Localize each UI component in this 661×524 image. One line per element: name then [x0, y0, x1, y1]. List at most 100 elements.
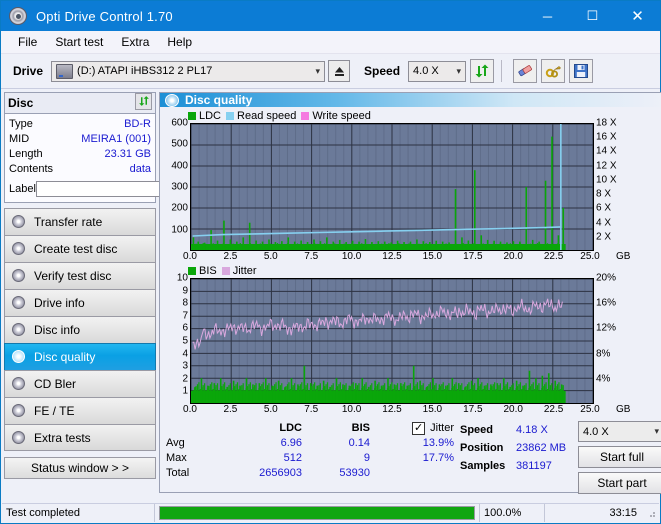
status-bar: Test completed 100.0% 33:15: [2, 503, 659, 522]
axis-tick: 14 X: [596, 145, 617, 157]
jitter-label: Jitter: [430, 422, 454, 434]
ldc-plot-area[interactable]: [190, 123, 594, 251]
refresh-button[interactable]: [470, 59, 495, 83]
sidebar-item-label: Verify test disc: [34, 269, 112, 283]
resize-grip-icon[interactable]: [645, 507, 657, 519]
disc-icon: [11, 323, 27, 337]
disc-row-mid: MID MEIRA1 (001): [9, 132, 151, 147]
disc-row-value: data: [129, 163, 151, 175]
sidebar-item-drive-info[interactable]: Drive info: [4, 289, 156, 316]
cell-bis: 53930: [339, 467, 370, 479]
nav-list: Transfer rate Create test disc Verify te…: [4, 208, 156, 451]
progress-percent: 100.0%: [479, 504, 544, 522]
speed-select-value: 4.0 X: [413, 65, 439, 77]
axis-tick: 2.5: [223, 404, 238, 415]
status-window-button[interactable]: Status window > >: [4, 457, 156, 479]
axis-tick: 22.5: [543, 251, 564, 262]
readout-values: Speed 4.18 X Position 23862 MB Samples 3…: [460, 421, 578, 498]
content-header: Disc quality: [160, 93, 661, 107]
axis-tick: 16 X: [596, 131, 617, 143]
sidebar-item-label: CD Bler: [34, 377, 77, 391]
maximize-icon[interactable]: ☐: [570, 1, 615, 31]
axis-unit: GB: [616, 404, 631, 415]
jitter-checkbox[interactable]: ✓: [412, 422, 426, 435]
application-window: Opti Drive Control 1.70 ─ ☐ ✕ File Start…: [0, 0, 661, 524]
bis-chart-legend: BIS Jitter: [162, 264, 661, 278]
axis-tick: 6: [182, 322, 188, 334]
axis-tick: 10.0: [341, 404, 362, 415]
disc-row-key: Type: [9, 118, 33, 130]
axis-tick: 20.0: [503, 251, 523, 262]
save-button[interactable]: [569, 59, 594, 83]
minimize-icon[interactable]: ─: [525, 1, 570, 31]
cell-bis: 0.14: [348, 437, 370, 449]
sidebar-item-create-test-disc[interactable]: Create test disc: [4, 235, 156, 262]
test-speed-select[interactable]: 4.0 X ▾: [578, 421, 661, 442]
disc-quality-icon: [165, 93, 179, 107]
sidebar-item-label: Disc quality: [34, 350, 96, 364]
axis-tick: 9: [182, 285, 188, 297]
axis-tick: 25.0: [580, 251, 600, 262]
axis-tick: 15.0: [422, 251, 443, 262]
disc-icon: [11, 242, 27, 256]
title-bar: Opti Drive Control 1.70 ─ ☐ ✕: [1, 1, 660, 31]
start-full-button[interactable]: Start full: [578, 446, 661, 468]
axis-tick: 16%: [596, 297, 617, 309]
eject-button[interactable]: [328, 60, 351, 82]
status-text: Test completed: [2, 504, 155, 522]
bis-x-axis: 0.0 2.5 5.0 7.5 10.0 12.5 15.0 17.5 20.0 22.5 25.0…: [183, 404, 630, 417]
sidebar-item-disc-info[interactable]: Disc info: [4, 316, 156, 343]
disc-row-value: BD-R: [124, 118, 151, 130]
bis-y2-axis: 20% 16% 12% 8% 4%: [594, 273, 628, 404]
elapsed-time: 33:15: [544, 504, 645, 522]
axis-tick: 12.5: [382, 251, 402, 262]
toolbar: Drive (D:) ATAPI iHBS312 2 PL17 ▾ Speed …: [1, 54, 660, 89]
menu-help[interactable]: Help: [158, 33, 201, 51]
axis-tick: 12 X: [596, 160, 617, 172]
axis-tick: 10 X: [596, 174, 617, 186]
bis-plot-area[interactable]: [190, 278, 594, 404]
disc-label-row: Label: [9, 180, 236, 198]
disc-row-key: Contents: [9, 163, 54, 175]
window-title: Opti Drive Control 1.70: [36, 8, 173, 24]
ldc-y2-axis: 18 X 16 X 14 X 12 X 10 X 8 X 6 X 4 X 2 X: [594, 118, 628, 251]
legend-swatch: [188, 267, 196, 275]
axis-tick: 8: [182, 297, 188, 309]
save-icon: [574, 64, 589, 78]
axis-tick: 10: [176, 272, 188, 284]
sidebar-item-cd-bler[interactable]: CD Bler: [4, 370, 156, 397]
disc-row-contents: Contents data: [9, 162, 151, 177]
disc-icon: [11, 269, 27, 283]
erase-button[interactable]: [513, 59, 538, 83]
sidebar-item-fe-te[interactable]: FE / TE: [4, 397, 156, 424]
keys-button[interactable]: [541, 59, 566, 83]
menu-extra[interactable]: Extra: [112, 33, 158, 51]
legend-item-write-speed: Write speed: [301, 110, 371, 122]
sidebar-item-extra-tests[interactable]: Extra tests: [4, 424, 156, 451]
row-label: Max: [166, 452, 187, 464]
readout-position: Position 23862 MB: [460, 439, 578, 457]
sidebar-item-disc-quality[interactable]: Disc quality: [4, 343, 156, 370]
sidebar-item-verify-test-disc[interactable]: Verify test disc: [4, 262, 156, 289]
sidebar-item-transfer-rate[interactable]: Transfer rate: [4, 208, 156, 235]
statistics-area: LDC BIS ✓ Jitter Avg 6.96 0.14 13.9% Max…: [160, 417, 661, 498]
sidebar-item-label: Create test disc: [34, 242, 118, 256]
toolbar-divider: [501, 60, 503, 82]
disc-info-panel: Disc Type BD-R MID MEIRA1 (001) Length 2…: [4, 92, 236, 203]
axis-tick: 4 X: [596, 217, 612, 229]
cell-bis: 9: [363, 452, 370, 464]
disc-refresh-button[interactable]: [135, 92, 152, 110]
statistics-row-total: Total 2656903 53930: [166, 466, 456, 481]
speed-select[interactable]: 4.0 X ▾: [408, 60, 467, 82]
drive-select[interactable]: (D:) ATAPI iHBS312 2 PL17 ▾: [51, 60, 326, 82]
menu-start-test[interactable]: Start test: [46, 33, 112, 51]
close-icon[interactable]: ✕: [615, 1, 660, 31]
eject-icon: [334, 66, 344, 76]
row-label: Total: [166, 467, 190, 479]
axis-tick: 100: [171, 224, 188, 236]
axis-tick: 300: [171, 181, 188, 193]
cell-ldc: 512: [283, 452, 302, 464]
start-part-button[interactable]: Start part: [578, 472, 661, 494]
menu-file[interactable]: File: [9, 33, 46, 51]
readout-speed: Speed 4.18 X: [460, 421, 578, 439]
